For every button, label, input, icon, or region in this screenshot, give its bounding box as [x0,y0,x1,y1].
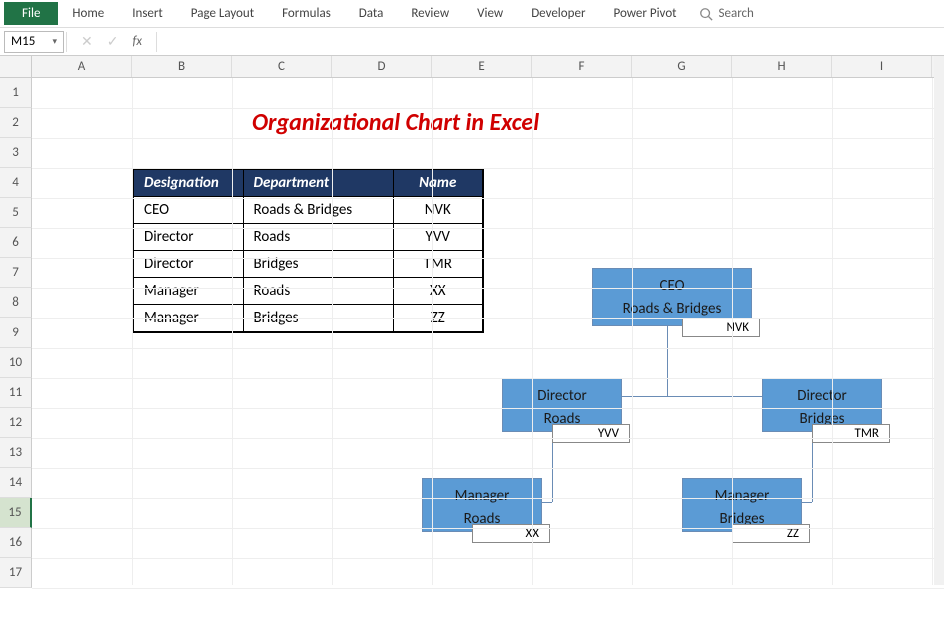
row-header-12[interactable]: 12 [0,408,32,438]
cancel-icon[interactable]: ✕ [81,33,93,50]
cell-designation[interactable]: CEO [133,197,243,224]
ribbon-tab-view[interactable]: View [463,2,517,25]
search-label: Search [719,6,754,21]
org-name-tag-ceo[interactable]: NVK [682,318,760,337]
col-header-b[interactable]: B [132,56,232,77]
ribbon-tab-page-layout[interactable]: Page Layout [177,2,268,25]
formula-bar-row: M15 ▾ ✕ ✓ fx [0,28,944,56]
cell-department[interactable]: Bridges [243,251,393,278]
col-header-f[interactable]: F [532,56,632,77]
connector [667,326,668,396]
row-header-14[interactable]: 14 [0,468,32,498]
row-header-3[interactable]: 3 [0,138,32,168]
col-header-g[interactable]: G [632,56,732,77]
row-header-16[interactable]: 16 [0,528,32,558]
col-header-h[interactable]: H [732,56,832,77]
fx-controls: ✕ ✓ fx [67,33,156,50]
select-all-corner[interactable] [0,56,32,77]
grid-area[interactable]: Organizational Chart in Excel Designatio… [32,78,944,585]
node-title: Manager [691,485,793,508]
name-box[interactable]: M15 ▾ [4,31,64,53]
th-designation: Designation [133,169,243,197]
ribbon-tab-insert[interactable]: Insert [118,2,177,25]
org-name-tag-mgr1[interactable]: XX [472,524,550,543]
th-name: Name [393,169,483,197]
org-name-tag-dir1[interactable]: YVV [552,424,630,443]
node-title: CEO [601,275,743,298]
node-dept: Roads & Bridges [601,298,743,321]
column-headers: A B C D E F G H I [0,56,944,78]
search-icon [699,7,713,21]
cell-department[interactable]: Roads [243,278,393,305]
ribbon-tab-file[interactable]: File [4,2,58,25]
row-header-1[interactable]: 1 [0,78,32,108]
connector [802,502,812,503]
ribbon-tab-power-pivot[interactable]: Power Pivot [599,2,690,25]
ribbon-tab-review[interactable]: Review [397,2,463,25]
ribbon-tab-formulas[interactable]: Formulas [268,2,345,25]
org-chart[interactable]: CEORoads & BridgesNVKDirectorRoadsYVVDir… [392,268,944,628]
row-header-8[interactable]: 8 [0,288,32,318]
ribbon-tab-home[interactable]: Home [58,2,118,25]
row-header-9[interactable]: 9 [0,318,32,348]
table-row: CEORoads & BridgesNVK [133,197,483,224]
col-header-a[interactable]: A [32,56,132,77]
confirm-icon[interactable]: ✓ [107,33,119,50]
node-title: Director [511,385,613,408]
col-header-d[interactable]: D [332,56,432,77]
ribbon: File Home Insert Page Layout Formulas Da… [0,0,944,28]
table-header-row: Designation Department Name [133,169,483,197]
row-header-5[interactable]: 5 [0,198,32,228]
row-header-6[interactable]: 6 [0,228,32,258]
worksheet: A B C D E F G H I 1234567891011121314151… [0,56,944,585]
row-header-7[interactable]: 7 [0,258,32,288]
cell-name[interactable]: NVK [393,197,483,224]
cell-designation[interactable]: Manager [133,278,243,305]
search-box[interactable]: Search [699,6,754,21]
page-title: Organizational Chart in Excel [252,108,539,137]
col-header-i[interactable]: I [832,56,932,77]
row-header-10[interactable]: 10 [0,348,32,378]
col-header-c[interactable]: C [232,56,332,77]
th-department: Department [243,169,393,197]
node-title: Manager [431,485,533,508]
row-header-17[interactable]: 17 [0,558,32,588]
row-header-2[interactable]: 2 [0,108,32,138]
row-header-4[interactable]: 4 [0,168,32,198]
fx-label[interactable]: fx [132,34,142,49]
cell-designation[interactable]: Director [133,251,243,278]
row-headers: 1234567891011121314151617 [0,78,32,588]
row-header-15[interactable]: 15 [0,498,32,528]
org-name-tag-mgr2[interactable]: ZZ [732,524,810,543]
ribbon-tab-data[interactable]: Data [345,2,398,25]
dropdown-icon: ▾ [52,36,57,47]
cell-department[interactable]: Roads & Bridges [243,197,393,224]
node-title: Director [771,385,873,408]
formula-input[interactable] [157,31,944,53]
col-header-e[interactable]: E [432,56,532,77]
name-box-value: M15 [11,34,35,49]
vertical-scrollbar[interactable] [934,56,944,585]
ribbon-tab-developer[interactable]: Developer [517,2,599,25]
row-header-13[interactable]: 13 [0,438,32,468]
connector [542,502,552,503]
row-header-11[interactable]: 11 [0,378,32,408]
org-name-tag-dir2[interactable]: TMR [812,424,890,443]
